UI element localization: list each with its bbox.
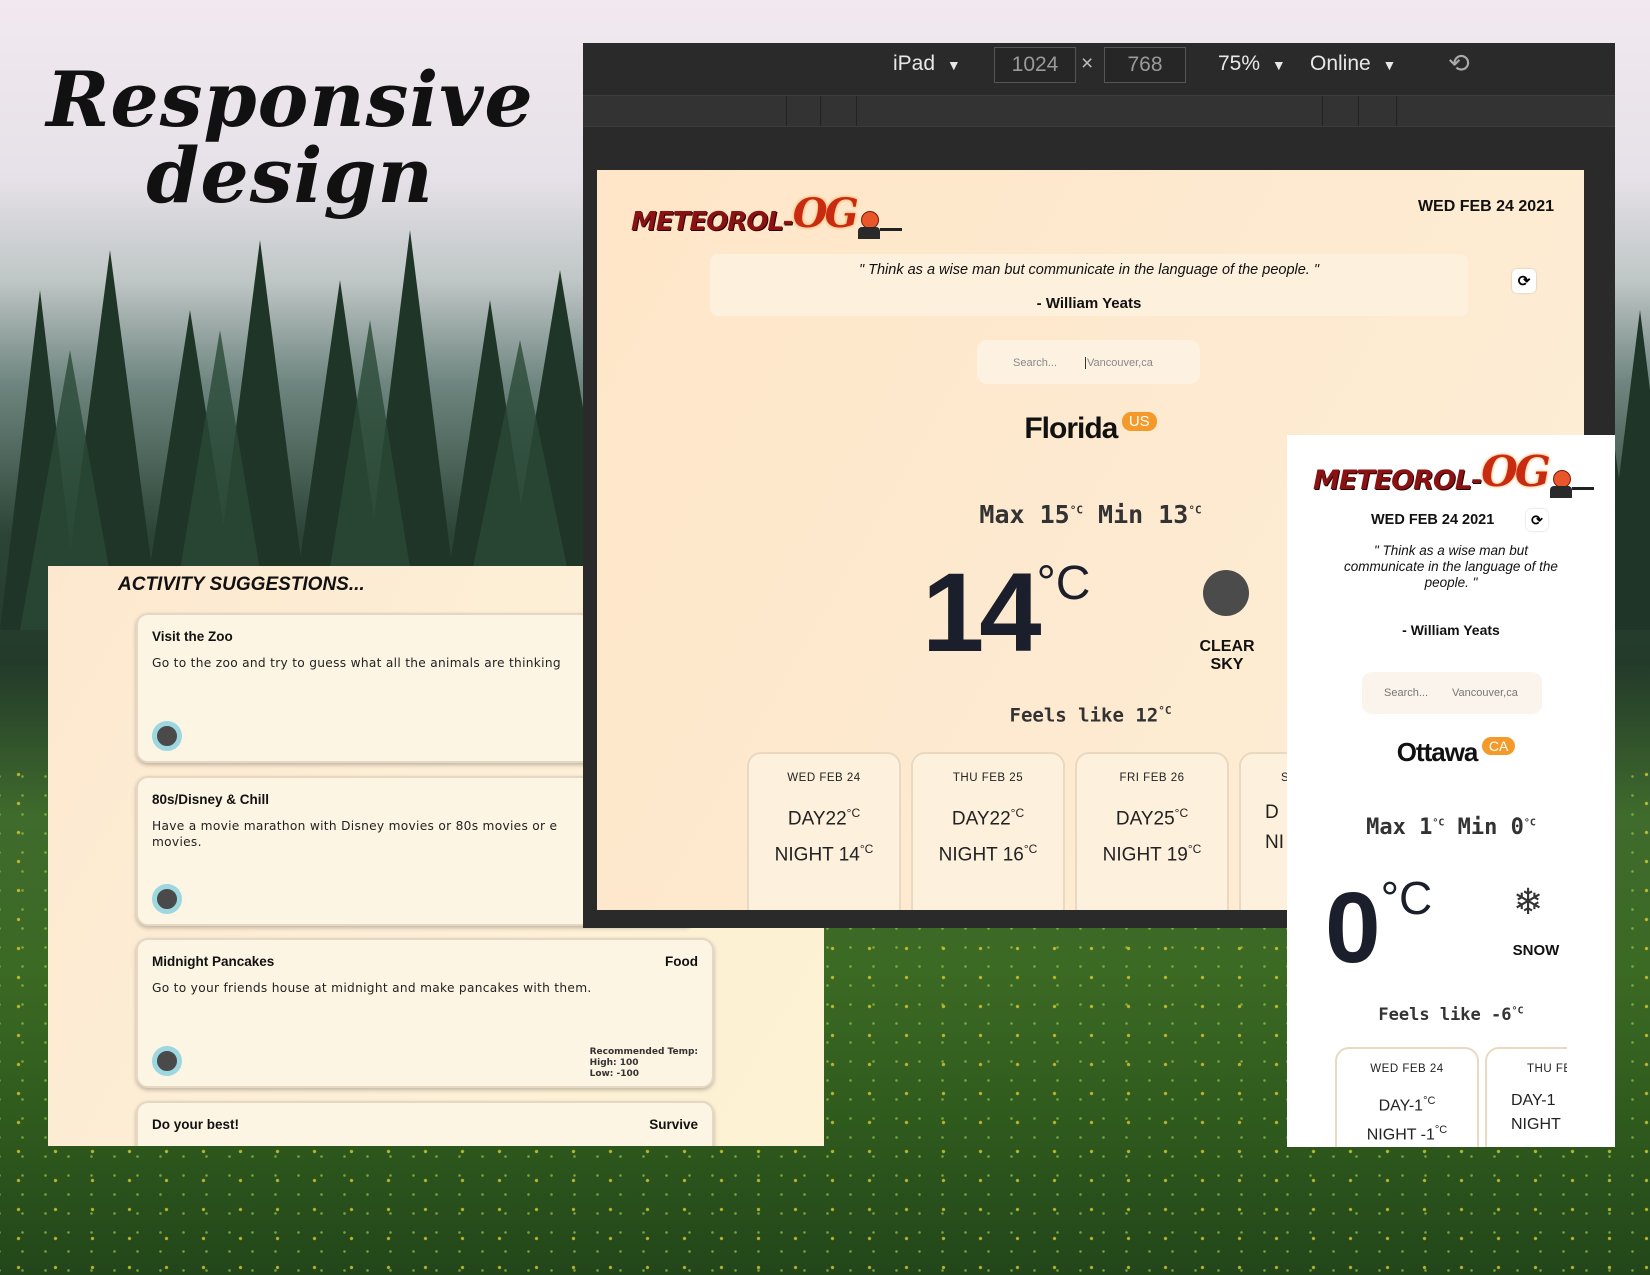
zoom-value: 75% bbox=[1218, 52, 1261, 75]
quote-box: " Think as a wise man but communicate in… bbox=[710, 254, 1468, 316]
app-logo: METEOROL- OG bbox=[1313, 447, 1594, 498]
activity-toggle[interactable] bbox=[152, 884, 182, 914]
forecast-card[interactable]: WED FEB 24 DAY-1°C NIGHT -1°C bbox=[1335, 1047, 1479, 1147]
forecast-card[interactable]: FRI FEB 26 DAY25°C NIGHT 19°C bbox=[1075, 752, 1229, 910]
activity-toggle[interactable] bbox=[152, 721, 182, 751]
condition-text: CLEAR SKY bbox=[1199, 638, 1255, 673]
activity-card-category: Survive bbox=[649, 1117, 698, 1132]
temp-unit: °C bbox=[1380, 872, 1433, 924]
temp-unit: °C bbox=[1036, 557, 1091, 610]
search-input[interactable]: Vancouver,ca bbox=[1085, 357, 1153, 369]
refresh-icon: ⟳ bbox=[1531, 511, 1543, 528]
mobile-viewport: METEOROL- OG WED FEB 24 2021 ⟳ " Think a… bbox=[1287, 435, 1615, 1147]
activity-card-desc: Go to your friends house at midnight and… bbox=[152, 981, 592, 995]
condition-text: SNOW bbox=[1512, 942, 1560, 959]
search-placeholder: Search... bbox=[1384, 687, 1429, 699]
devtools-toolbar: iPad ▼ 1024 × 768 75% ▼ Online ▼ ⟲ bbox=[583, 43, 1615, 87]
feels-like: Feels like -6°C bbox=[1378, 1005, 1524, 1025]
width-input[interactable]: 1024 bbox=[994, 47, 1076, 83]
activity-title: ACTIVITY SUGGESTIONS... bbox=[118, 574, 365, 595]
min-max: Max 1°C Min 0°C bbox=[1366, 815, 1536, 840]
activity-card-title: Do your best! bbox=[152, 1117, 240, 1132]
country-badge: US bbox=[1121, 412, 1157, 431]
activity-card-desc: Go to the zoo and try to guess what all … bbox=[152, 656, 561, 670]
gun-icon bbox=[1571, 487, 1594, 490]
current-date: WED FEB 24 2021 bbox=[1371, 512, 1495, 528]
activity-card[interactable]: Midnight Pancakes Food Go to your friend… bbox=[136, 938, 714, 1088]
location: Ottawa CA bbox=[1287, 737, 1615, 768]
city-name: Florida bbox=[1024, 412, 1118, 445]
gun-icon bbox=[879, 228, 902, 231]
quote-text: " Think as a wise man but communicate in… bbox=[858, 262, 1320, 278]
network-select[interactable]: Online ▼ bbox=[1310, 52, 1396, 76]
city-name: Ottawa bbox=[1396, 737, 1479, 767]
activity-card-title: Visit the Zoo bbox=[152, 629, 233, 644]
snowflake-icon: ❄ bbox=[1513, 881, 1544, 922]
forecast-card[interactable]: THU FEB 25 DAY22°C NIGHT 16°C bbox=[911, 752, 1065, 910]
headline: Responsive design bbox=[20, 62, 560, 214]
rec-high: High: 100 bbox=[589, 1058, 639, 1068]
network-value: Online bbox=[1310, 52, 1371, 75]
refresh-button[interactable]: ⟳ bbox=[1512, 269, 1536, 293]
rec-low: Low: -100 bbox=[589, 1069, 640, 1079]
activity-card-title: 80s/Disney & Chill bbox=[152, 792, 270, 807]
forecast-card[interactable]: WED FEB 24 DAY22°C NIGHT 14°C bbox=[747, 752, 901, 910]
quote-author: - William Yeats bbox=[1402, 622, 1500, 638]
temp-value: 14 bbox=[922, 550, 1042, 675]
app-logo: METEOROL- OG bbox=[631, 190, 902, 239]
activity-card[interactable]: Do your best! Survive bbox=[136, 1101, 714, 1146]
activity-desc-line: Have a movie marathon with Disney movies… bbox=[152, 819, 558, 833]
refresh-icon: ⟳ bbox=[1517, 273, 1531, 290]
country-badge: CA bbox=[1481, 737, 1516, 755]
headline-line1: Responsive bbox=[46, 55, 534, 144]
mascot-icon bbox=[1549, 462, 1572, 498]
current-temp: 0°C bbox=[1325, 871, 1432, 986]
activity-toggle[interactable] bbox=[152, 1046, 182, 1076]
current-date: WED FEB 24 2021 bbox=[1417, 198, 1554, 215]
device-name: iPad bbox=[893, 52, 936, 75]
activity-card-category: Food bbox=[665, 954, 698, 969]
times-sign: × bbox=[1081, 52, 1094, 75]
activity-card-desc: Have a movie marathon with Disney movies… bbox=[152, 818, 557, 850]
zoom-select[interactable]: 75% ▼ bbox=[1218, 52, 1286, 76]
chevron-down-icon: ▼ bbox=[946, 57, 961, 73]
height-input[interactable]: 768 bbox=[1104, 47, 1186, 83]
quote-author: - William Yeats bbox=[1036, 295, 1142, 312]
temp-value: 0 bbox=[1325, 872, 1381, 984]
forecast-card[interactable]: THU FE DAY-1NIGHT bbox=[1485, 1047, 1567, 1147]
chevron-down-icon: ▼ bbox=[1382, 57, 1397, 73]
activity-card-title: Midnight Pancakes bbox=[152, 954, 275, 969]
search-input[interactable]: Vancouver,ca bbox=[1452, 687, 1518, 699]
chevron-down-icon: ▼ bbox=[1271, 57, 1286, 73]
quote-text: " Think as a wise man but communicate in… bbox=[1344, 543, 1558, 590]
recommended-temp: Recommended Temp: High: 100 Low: -100 bbox=[590, 1047, 698, 1080]
rec-label: Recommended Temp: bbox=[589, 1047, 698, 1057]
current-temp: 14°C bbox=[922, 548, 1090, 677]
search-placeholder: Search... bbox=[1013, 357, 1058, 369]
search-bar[interactable]: Search... Vancouver,ca bbox=[977, 340, 1200, 384]
devtools-ruler bbox=[583, 95, 1615, 127]
activity-desc-line: movies. bbox=[152, 835, 202, 849]
device-select[interactable]: iPad ▼ bbox=[893, 52, 961, 76]
refresh-button[interactable]: ⟳ bbox=[1526, 509, 1548, 531]
rotate-icon[interactable]: ⟲ bbox=[1448, 48, 1470, 79]
headline-line2: design bbox=[146, 131, 434, 220]
forecast-row: WED FEB 24 DAY-1°CNIGHT -1°C THU FE DAY-… bbox=[1335, 1047, 1567, 1147]
mascot-icon bbox=[857, 203, 880, 239]
condition-icon bbox=[1203, 570, 1249, 616]
search-bar[interactable]: Search... Vancouver,ca bbox=[1362, 672, 1542, 714]
